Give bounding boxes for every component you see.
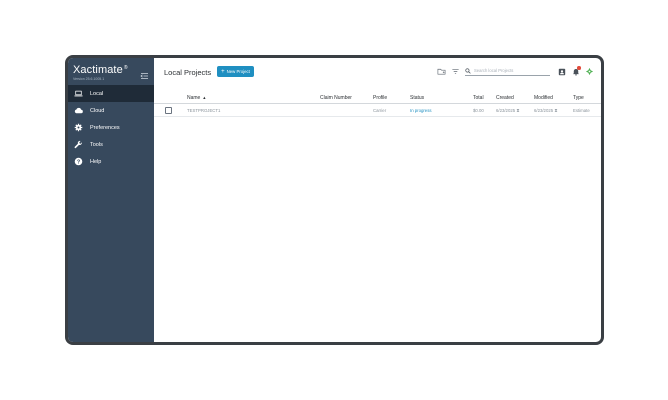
sidebar-item-label: Local xyxy=(90,90,104,97)
sync-status-icon[interactable] xyxy=(585,67,594,76)
sidebar-item-local[interactable]: Local xyxy=(68,85,154,102)
cell-created: 6/23/2025 ⧗ xyxy=(496,108,520,113)
brand: Xactimate® Version 25.6.1005.1 xyxy=(73,64,128,81)
sidebar-item-cloud[interactable]: Cloud xyxy=(68,102,154,119)
sidebar-nav: Local Cloud Preferences Tools ? Help xyxy=(68,85,154,170)
search-icon xyxy=(465,67,471,74)
column-header-total[interactable]: Total xyxy=(473,95,484,101)
new-project-button[interactable]: + New Project xyxy=(217,66,254,77)
column-header-modified[interactable]: Modified xyxy=(534,95,553,101)
cell-total: $0.00 xyxy=(473,108,484,113)
app-window: Xactimate® Version 25.6.1005.1 Local Clo… xyxy=(68,58,601,342)
main-content: Local Projects + New Project Search loca… xyxy=(154,58,601,342)
plus-icon: + xyxy=(221,68,225,75)
svg-text:?: ? xyxy=(77,159,80,165)
calendar-icon: ⧗ xyxy=(554,108,558,113)
device-frame: Xactimate® Version 25.6.1005.1 Local Clo… xyxy=(65,55,604,345)
cloud-icon xyxy=(74,106,83,115)
projects-table: Name ▲ Claim Number Profile Status Total … xyxy=(154,92,601,117)
sidebar-item-label: Cloud xyxy=(90,107,105,114)
search-field[interactable] xyxy=(465,66,550,76)
sidebar-item-help[interactable]: ? Help xyxy=(68,153,154,170)
page-title: Local Projects xyxy=(164,68,212,77)
column-header-name[interactable]: Name ▲ xyxy=(187,95,206,101)
search-input[interactable] xyxy=(474,68,544,73)
app-version: Version 25.6.1005.1 xyxy=(73,77,105,81)
sort-ascending-icon: ▲ xyxy=(202,95,207,100)
cell-status: In progress xyxy=(410,108,432,113)
notification-badge xyxy=(577,66,581,70)
filter-icon[interactable] xyxy=(451,67,460,76)
sidebar-item-preferences[interactable]: Preferences xyxy=(68,119,154,136)
table-header: Name ▲ Claim Number Profile Status Total … xyxy=(154,92,601,104)
column-header-claim-number[interactable]: Claim Number xyxy=(320,95,352,101)
row-checkbox[interactable] xyxy=(165,107,172,114)
laptop-icon xyxy=(74,89,83,98)
calendar-icon: ⧗ xyxy=(516,108,520,113)
column-header-created[interactable]: Created xyxy=(496,95,514,101)
sidebar-item-label: Help xyxy=(90,158,102,165)
column-header-type[interactable]: Type xyxy=(573,95,584,101)
column-header-profile[interactable]: Profile xyxy=(373,95,387,101)
wrench-icon xyxy=(74,140,83,149)
toolbar: Local Projects + New Project xyxy=(154,58,601,86)
table-row[interactable]: TESTPROJECT1 Carrier In progress $0.00 6… xyxy=(154,104,601,117)
sidebar-item-label: Tools xyxy=(90,141,103,148)
column-header-status[interactable]: Status xyxy=(410,95,424,101)
contacts-icon[interactable] xyxy=(557,67,566,76)
gear-icon xyxy=(74,123,83,132)
cell-type: Estimate xyxy=(573,108,590,113)
folder-icon[interactable] xyxy=(437,67,446,76)
app-logo: Xactimate® xyxy=(73,64,128,76)
new-project-label: New Project xyxy=(226,69,250,74)
collapse-menu-icon[interactable] xyxy=(140,68,150,79)
cell-modified: 6/23/2025 ⧗ xyxy=(534,108,558,113)
sidebar-item-tools[interactable]: Tools xyxy=(68,136,154,153)
help-circle-icon: ? xyxy=(74,157,83,166)
sidebar: Xactimate® Version 25.6.1005.1 Local Clo… xyxy=(68,58,154,342)
cell-name: TESTPROJECT1 xyxy=(187,108,221,113)
sidebar-item-label: Preferences xyxy=(90,124,120,131)
cell-profile: Carrier xyxy=(373,108,387,113)
